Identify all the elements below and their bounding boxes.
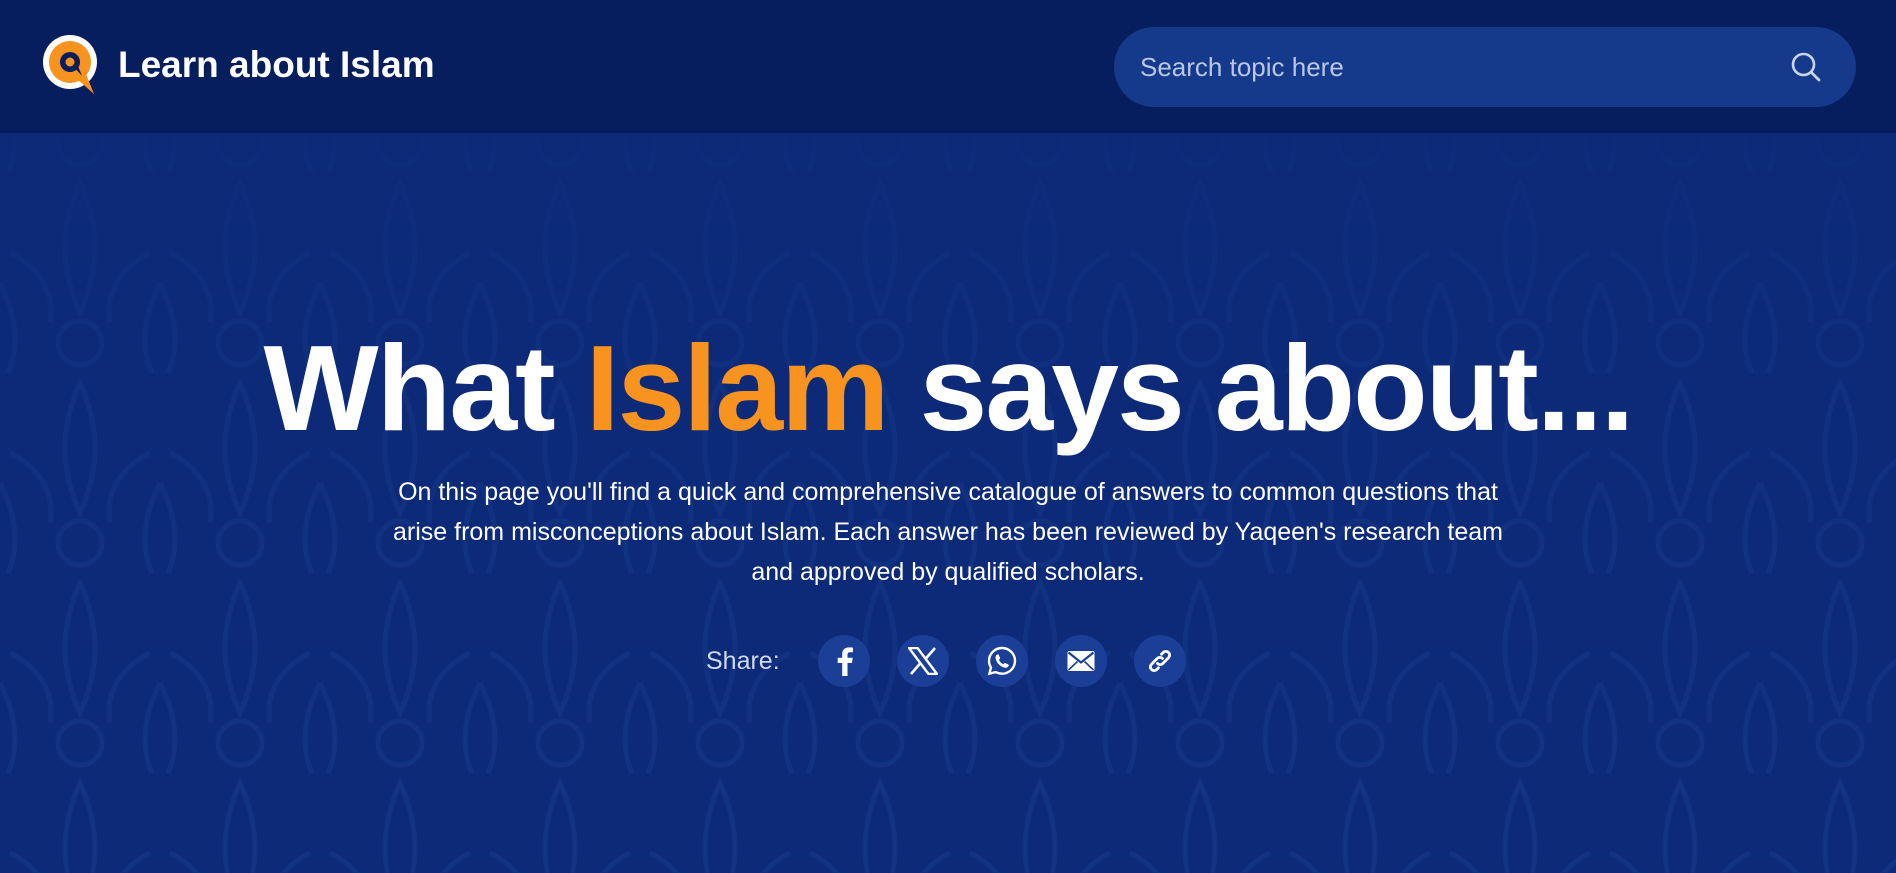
q-speech-bubble-logo-icon (43, 35, 97, 94)
search-bar (1114, 27, 1856, 107)
headline-accent: Islam (585, 320, 890, 456)
copy-link-icon (1148, 649, 1171, 673)
email-icon (1067, 651, 1095, 671)
headline-part-1: What (263, 320, 586, 456)
share-x-button[interactable] (896, 635, 949, 687)
headline-part-2: says about... (887, 320, 1634, 456)
search-icon[interactable] (1790, 51, 1822, 83)
site-header: Learn about Islam (0, 0, 1896, 133)
hero-headline: What Islam says about... (0, 313, 1896, 463)
hero-intro-text: On this page you'll find a quick and com… (393, 478, 1503, 586)
share-copy-link-button[interactable] (1133, 635, 1186, 687)
share-whatsapp-button[interactable] (975, 635, 1028, 687)
share-facebook-button[interactable] (817, 635, 870, 687)
search-input[interactable] (1140, 27, 1760, 107)
share-email-button[interactable] (1054, 635, 1107, 687)
facebook-icon (837, 647, 853, 676)
whatsapp-icon (987, 646, 1016, 676)
brand-home-link[interactable]: Learn about Islam (42, 34, 435, 96)
share-label: Share: (706, 646, 780, 675)
site-title: Learn about Islam (118, 44, 435, 85)
share-row: Share: (706, 635, 1213, 687)
hero-section: What Islam says about... On this page yo… (0, 133, 1896, 873)
x-twitter-icon (907, 647, 938, 675)
